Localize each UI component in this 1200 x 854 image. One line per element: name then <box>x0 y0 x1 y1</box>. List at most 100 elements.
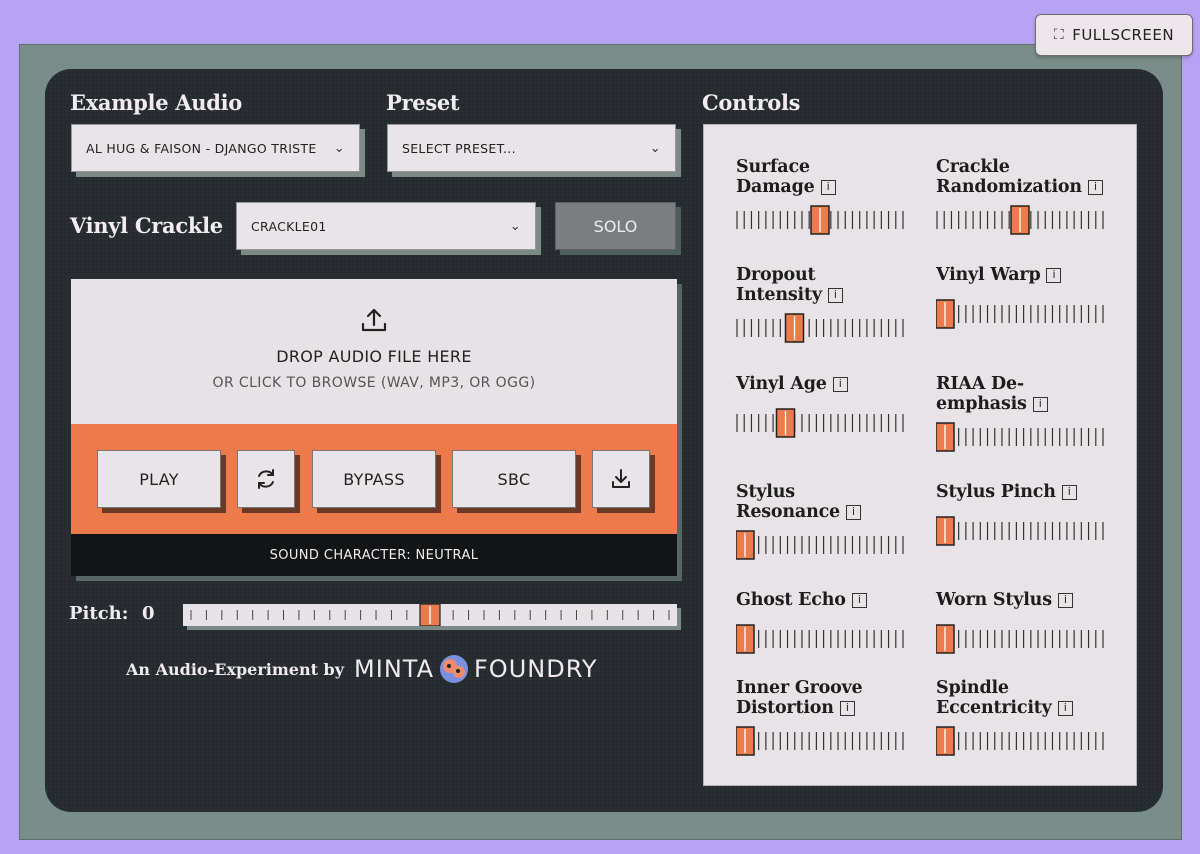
chevron-down-icon: ⌄ <box>649 140 661 156</box>
control-label-line1: Stylus <box>736 482 795 502</box>
transport-bar: PLAY BYPASS SBC <box>71 424 677 534</box>
control-label-line1: Vinyl Warp <box>936 265 1041 285</box>
loop-button[interactable] <box>237 450 295 508</box>
control-crackle-randomization: Crackle Randomization i <box>936 157 1116 235</box>
control-stylus-resonance: Stylus Resonance i <box>736 482 916 560</box>
example-audio-heading: Example Audio <box>70 90 243 115</box>
preset-value: SELECT PRESET... <box>402 140 516 156</box>
solo-button[interactable]: SOLO <box>555 202 676 250</box>
info-icon[interactable]: i <box>1061 484 1077 500</box>
info-icon[interactable]: i <box>827 287 843 303</box>
control-surface-damage: Surface Damage i <box>736 157 916 235</box>
control-slider[interactable] <box>736 205 906 235</box>
credit-text: An Audio-Experiment by <box>126 659 345 679</box>
control-slider[interactable] <box>736 313 906 343</box>
bypass-button[interactable]: BYPASS <box>312 450 436 508</box>
info-icon[interactable]: i <box>1087 179 1103 195</box>
control-vinyl-warp: Vinyl Warp i <box>936 265 1116 329</box>
pitch-slider[interactable] <box>183 604 677 626</box>
control-label-line2: Randomization <box>936 177 1082 197</box>
file-drop-zone[interactable]: DROP AUDIO FILE HERE OR CLICK TO BROWSE … <box>71 279 677 424</box>
mascot-icon <box>440 655 468 683</box>
example-audio-select[interactable]: AL HUG & FAISON - DJANGO TRISTE ⌄ <box>71 124 360 172</box>
control-slider[interactable] <box>936 422 1106 452</box>
sound-character-status: SOUND CHARACTER: NEUTRAL <box>71 534 677 576</box>
control-label: Vinyl Warp i <box>936 265 1116 285</box>
control-label: Stylus Pinch i <box>936 482 1116 502</box>
fullscreen-label: FULLSCREEN <box>1072 26 1175 44</box>
control-dropout-intensity: Dropout Intensity i <box>736 265 916 343</box>
pitch-label: Pitch: <box>69 603 129 624</box>
control-vinyl-age: Vinyl Age i <box>736 374 916 438</box>
pitch-slider-graphic <box>190 604 670 626</box>
drop-subtitle: OR CLICK TO BROWSE (WAV, MP3, OR OGG) <box>212 375 536 391</box>
control-slider[interactable] <box>936 726 1106 756</box>
control-label-line1: Surface <box>736 157 810 177</box>
vinyl-crackle-heading: Vinyl Crackle <box>70 213 223 238</box>
control-label-line2: Eccentricity <box>936 698 1052 718</box>
control-label-line2: emphasis <box>936 394 1027 414</box>
control-label-line1: Ghost Echo <box>736 590 846 610</box>
info-icon[interactable]: i <box>1032 396 1048 412</box>
control-slider[interactable] <box>736 624 906 654</box>
info-icon[interactable]: i <box>1057 700 1073 716</box>
control-slider[interactable] <box>736 726 906 756</box>
info-icon[interactable]: i <box>1057 592 1073 608</box>
controls-panel: Surface Damage i Crackle Randomization i Dropo… <box>703 124 1137 786</box>
control-slider[interactable] <box>936 299 1106 329</box>
control-label-line1: Inner Groove <box>736 678 863 698</box>
control-label-line2: Resonance <box>736 502 840 522</box>
info-icon[interactable]: i <box>845 504 861 520</box>
brand-left: MINTA <box>354 655 434 683</box>
control-label-line1: Dropout <box>736 265 816 285</box>
control-label: Vinyl Age i <box>736 374 916 394</box>
control-stylus-pinch: Stylus Pinch i <box>936 482 1116 546</box>
preset-heading: Preset <box>386 90 460 115</box>
controls-heading: Controls <box>702 90 801 115</box>
download-icon <box>612 469 630 488</box>
chevron-down-icon: ⌄ <box>509 218 521 234</box>
info-icon[interactable]: i <box>839 700 855 716</box>
control-label-line2: Intensity <box>736 285 822 305</box>
download-button[interactable] <box>592 450 650 508</box>
play-button[interactable]: PLAY <box>97 450 221 508</box>
control-worn-stylus: Worn Stylus i <box>936 590 1116 654</box>
control-slider[interactable] <box>936 205 1106 235</box>
example-audio-value: AL HUG & FAISON - DJANGO TRISTE <box>86 140 317 156</box>
crackle-value: CRACKLE01 <box>251 218 327 234</box>
control-riaa-de-emphasis: RIAA De-emphasis i <box>936 374 1116 452</box>
refresh-icon <box>258 469 274 489</box>
control-label: Ghost Echo i <box>736 590 916 610</box>
crackle-select[interactable]: CRACKLE01 ⌄ <box>236 202 536 250</box>
chevron-down-icon: ⌄ <box>333 140 345 156</box>
control-label-line1: Spindle <box>936 678 1009 698</box>
pitch-value: 0 <box>142 603 155 624</box>
control-label: Spindle Eccentricity i <box>936 678 1116 718</box>
brand-right: FOUNDRY <box>474 655 598 683</box>
info-icon[interactable]: i <box>851 592 867 608</box>
control-slider[interactable] <box>936 516 1106 546</box>
info-icon[interactable]: i <box>820 179 836 195</box>
fullscreen-button[interactable]: ⛶ FULLSCREEN <box>1035 14 1193 56</box>
control-slider[interactable] <box>736 408 906 438</box>
control-slider[interactable] <box>736 530 906 560</box>
control-spindle-eccentricity: Spindle Eccentricity i <box>936 678 1116 756</box>
control-inner-groove-distortion: Inner Groove Distortion i <box>736 678 916 756</box>
control-label: Surface Damage i <box>736 157 916 197</box>
info-icon[interactable]: i <box>832 376 848 392</box>
control-label: Inner Groove Distortion i <box>736 678 916 718</box>
preset-select[interactable]: SELECT PRESET... ⌄ <box>387 124 676 172</box>
sbc-button[interactable]: SBC <box>452 450 576 508</box>
control-slider[interactable] <box>936 624 1106 654</box>
info-icon[interactable]: i <box>1046 267 1062 283</box>
control-label-line1: Vinyl Age <box>736 374 827 394</box>
upload-icon <box>361 308 387 332</box>
control-label: Dropout Intensity i <box>736 265 916 305</box>
control-label-line1: Stylus Pinch <box>936 482 1056 502</box>
control-label: Stylus Resonance i <box>736 482 916 522</box>
control-label: Crackle Randomization i <box>936 157 1116 197</box>
drop-title: DROP AUDIO FILE HERE <box>276 347 472 366</box>
control-label: RIAA De-emphasis i <box>936 374 1116 414</box>
control-label: Worn Stylus i <box>936 590 1116 610</box>
control-label-line2: Damage <box>736 177 815 197</box>
